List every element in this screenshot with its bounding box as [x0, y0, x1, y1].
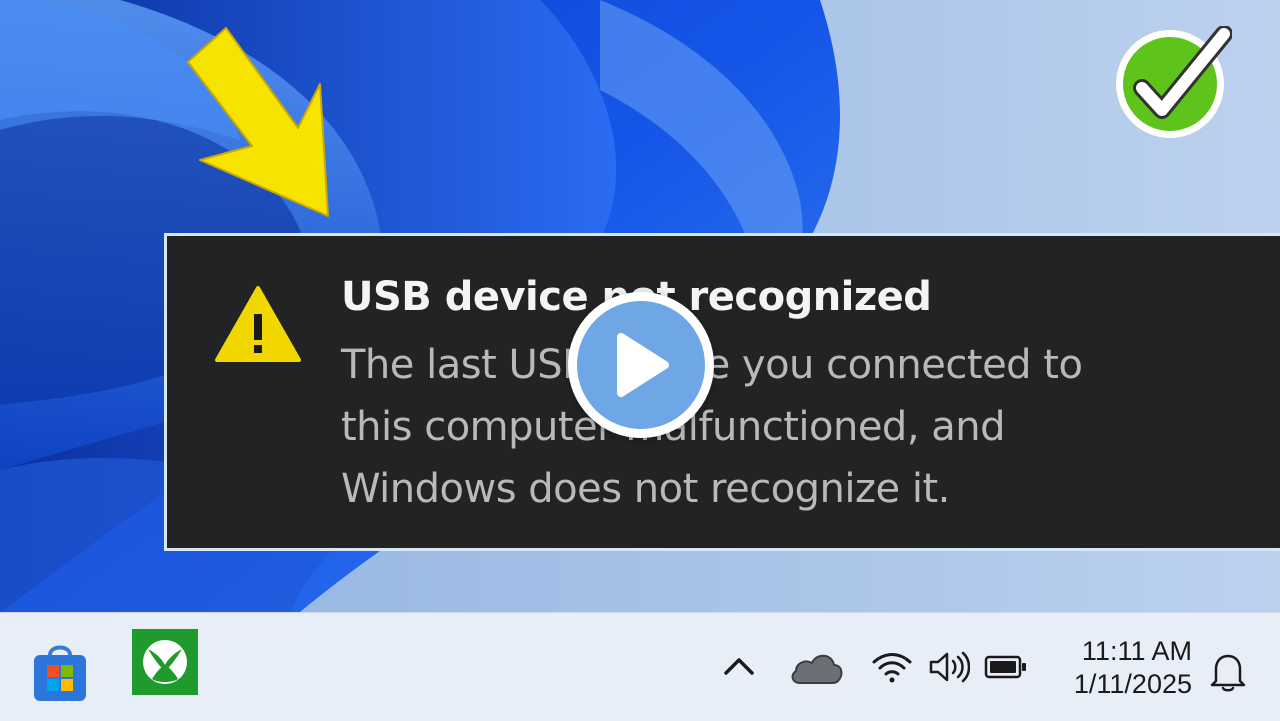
battery-icon[interactable] — [984, 653, 1028, 681]
wifi-icon[interactable] — [870, 649, 914, 685]
volume-icon[interactable] — [928, 649, 971, 685]
play-button[interactable] — [568, 292, 714, 438]
chevron-up-icon[interactable] — [722, 653, 756, 679]
taskbar-clock[interactable]: 11:11 AM 1/11/2025 — [1046, 635, 1192, 701]
usb-notification-toast[interactable]: USB device not recognized The last USB d… — [164, 233, 1280, 551]
notification-body-line: this computer malfunctioned, and — [341, 404, 1006, 450]
onedrive-cloud-icon[interactable] — [788, 647, 844, 687]
taskbar: 11:11 AM 1/11/2025 — [0, 612, 1280, 721]
notification-body: The last USB device you connected to thi… — [341, 334, 1241, 520]
notification-body-line: The last USB device you connected to — [341, 342, 1083, 388]
store-icon[interactable] — [32, 641, 88, 703]
xbox-icon[interactable] — [132, 629, 198, 695]
clock-date: 1/11/2025 — [1073, 669, 1192, 699]
bell-icon[interactable] — [1208, 649, 1248, 693]
clock-time: 11:11 AM — [1081, 636, 1192, 666]
notification-body-line: Windows does not recognize it. — [341, 466, 950, 512]
yellow-arrow-icon — [180, 20, 340, 220]
warning-triangle-icon — [215, 284, 301, 364]
green-checkmark-icon — [1114, 25, 1233, 140]
play-icon — [577, 301, 705, 429]
